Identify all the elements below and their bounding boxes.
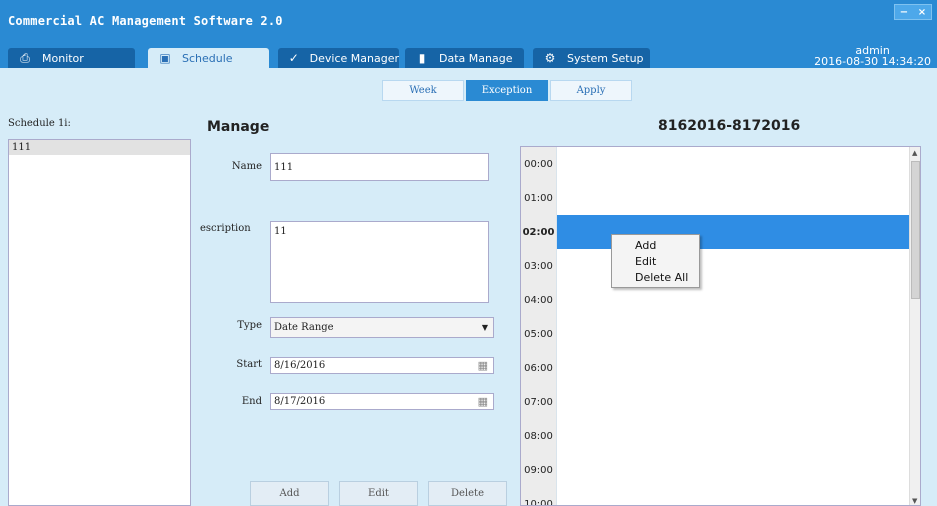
time-row-selected[interactable]: 02:00	[521, 215, 910, 249]
tab-data-manage[interactable]: ▮ Data Manage	[405, 48, 524, 68]
printer-icon: ⎙	[20, 51, 30, 65]
time-label: 10:00	[521, 487, 557, 505]
time-row[interactable]: 04:00	[521, 283, 910, 317]
title-bar: Commercial AC Management Software 2.0 − …	[0, 0, 937, 68]
edit-button[interactable]: Edit	[339, 481, 418, 506]
tab-system-setup[interactable]: ⚙ System Setup	[533, 48, 650, 68]
end-date-field[interactable]: 8/17/2016 ▦	[270, 393, 494, 410]
context-menu: Add Edit Delete All	[611, 234, 700, 288]
time-label: 02:00	[521, 215, 557, 249]
vertical-scrollbar[interactable]: ▲ ▼	[909, 147, 920, 505]
time-label: 07:00	[521, 385, 557, 419]
datetime: 2016-08-30 14:34:20	[814, 55, 931, 68]
window-controls: − ×	[894, 4, 932, 20]
end-label: End	[241, 396, 262, 407]
start-date-field[interactable]: 8/16/2016 ▦	[270, 357, 494, 374]
wrench-icon: ✓	[288, 51, 299, 65]
close-icon[interactable]: ×	[918, 7, 926, 18]
delete-button[interactable]: Delete	[428, 481, 507, 506]
time-row[interactable]: 00:00	[521, 147, 910, 181]
subtab-apply[interactable]: Apply	[550, 80, 632, 101]
time-label: 03:00	[521, 249, 557, 283]
scroll-thumb[interactable]	[911, 161, 920, 299]
type-value: Date Range	[274, 322, 334, 333]
hour-timeline[interactable]: 00:00 01:00 02:00 03:00 04:00 05:00 06:0…	[520, 146, 921, 506]
time-row[interactable]: 09:00	[521, 453, 910, 487]
context-edit[interactable]: Edit	[612, 254, 699, 270]
app-title: Commercial AC Management Software 2.0	[8, 14, 283, 28]
time-row[interactable]: 07:00	[521, 385, 910, 419]
time-row[interactable]: 08:00	[521, 419, 910, 453]
user-info: admin 2016-08-30 14:34:20	[814, 45, 931, 67]
start-value: 8/16/2016	[274, 360, 326, 371]
start-label: Start	[236, 359, 262, 370]
time-label: 09:00	[521, 453, 557, 487]
minimize-icon[interactable]: −	[900, 7, 908, 18]
time-label: 04:00	[521, 283, 557, 317]
description-label: escription	[200, 223, 251, 234]
end-value: 8/17/2016	[274, 396, 326, 407]
tab-label: System Setup	[567, 51, 644, 65]
time-label: 06:00	[521, 351, 557, 385]
subtab-exception[interactable]: Exception	[466, 80, 548, 101]
tab-label: Device Manager	[309, 51, 399, 65]
type-label: Type	[237, 320, 262, 331]
add-button[interactable]: Add	[250, 481, 329, 506]
dropdown-arrow-icon: ▼	[481, 323, 488, 332]
time-row[interactable]: 10:00	[521, 487, 910, 505]
tab-schedule[interactable]: ▣ Schedule	[148, 48, 269, 68]
tab-device-manager[interactable]: ✓ Device Manager	[278, 48, 399, 68]
bar-chart-icon: ▮	[418, 51, 426, 65]
time-row[interactable]: 06:00	[521, 351, 910, 385]
time-row[interactable]: 05:00	[521, 317, 910, 351]
list-item[interactable]: 111	[9, 140, 190, 155]
context-add[interactable]: Add	[612, 238, 699, 254]
calendar-icon[interactable]: ▦	[478, 359, 488, 372]
tab-label: Schedule	[182, 51, 233, 65]
timeline-title: 8162016-8172016	[658, 118, 801, 134]
type-select[interactable]: Date Range ▼	[270, 317, 494, 338]
description-field[interactable]: 11	[270, 221, 489, 303]
time-row[interactable]: 01:00	[521, 181, 910, 215]
name-field[interactable]: 111	[270, 153, 489, 181]
time-label: 08:00	[521, 419, 557, 453]
subtab-week[interactable]: Week	[382, 80, 464, 101]
tab-monitor[interactable]: ⎙ Monitor	[8, 48, 135, 68]
schedule-list[interactable]: 111	[8, 139, 191, 506]
schedule-list-label: Schedule 1i:	[8, 118, 71, 129]
manage-title: Manage	[207, 119, 270, 135]
time-label: 00:00	[521, 147, 557, 181]
scroll-down-icon[interactable]: ▼	[912, 497, 917, 505]
calendar-icon: ▣	[159, 51, 171, 65]
time-label: 01:00	[521, 181, 557, 215]
gear-icon: ⚙	[544, 51, 556, 65]
time-row[interactable]: 03:00	[521, 249, 910, 283]
tab-label: Monitor	[42, 51, 84, 65]
tab-label: Data Manage	[439, 51, 513, 65]
scroll-up-icon[interactable]: ▲	[912, 149, 917, 157]
time-label: 05:00	[521, 317, 557, 351]
name-label: Name	[231, 161, 262, 172]
calendar-icon[interactable]: ▦	[478, 395, 488, 408]
context-delete-all[interactable]: Delete All	[612, 270, 699, 286]
